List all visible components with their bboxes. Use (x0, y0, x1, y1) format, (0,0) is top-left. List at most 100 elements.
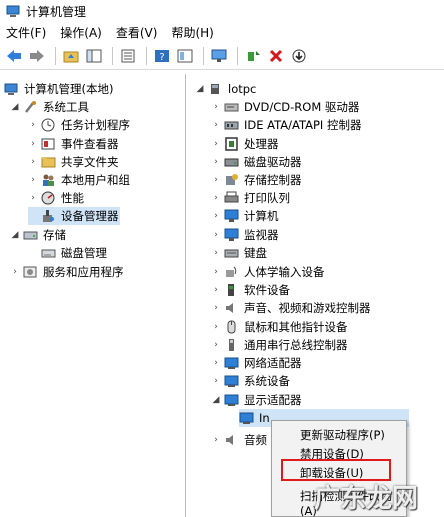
tree-label: 任务计划程序 (61, 118, 130, 132)
chevron-right-icon[interactable]: › (28, 193, 38, 203)
forward-button[interactable] (27, 46, 47, 66)
tree-label: lotpc (228, 82, 257, 96)
chevron-right-icon[interactable]: › (28, 139, 38, 149)
tree-item-disk-management[interactable]: 磁盘管理 (28, 244, 107, 262)
chevron-right-icon[interactable]: › (211, 376, 221, 386)
device-category-network[interactable]: › 网络适配器 (211, 354, 301, 372)
device-manager-icon (43, 210, 54, 222)
menu-help[interactable]: 帮助(H) (171, 24, 213, 41)
chevron-right-icon[interactable]: › (211, 120, 221, 130)
disk-drive-icon (224, 158, 239, 167)
tree-item-storage[interactable]: ◢ 存储 (10, 226, 66, 244)
toolbar-separator (146, 46, 147, 65)
scan-hardware-button[interactable] (289, 46, 309, 66)
toolbar-separator (55, 46, 56, 65)
device-tree-root[interactable]: ◢ lotpc (195, 80, 257, 98)
tree-item-device-manager[interactable]: 设备管理器 (28, 207, 120, 225)
help-button[interactable]: ? (152, 46, 172, 66)
device-category-usb[interactable]: › 通用串行总线控制器 (211, 336, 347, 354)
tree-label: 监视器 (244, 228, 279, 242)
software-device-icon (228, 284, 234, 296)
device-category-processor[interactable]: › 处理器 (211, 135, 278, 153)
device-category-disk[interactable]: › 磁盘驱动器 (211, 153, 301, 171)
console-tree-icon (86, 49, 102, 62)
device-category-system[interactable]: › 系统设备 (211, 372, 290, 390)
tree-item-shared-folders[interactable]: › 共享文件夹 (28, 153, 118, 171)
chevron-down-icon[interactable]: ◢ (195, 84, 205, 94)
monitor-icon (224, 228, 239, 241)
tree-item-event-viewer[interactable]: › 事件查看器 (28, 135, 118, 153)
tree-label: 键盘 (244, 246, 267, 260)
chevron-right-icon[interactable]: › (211, 157, 221, 167)
chevron-right-icon[interactable]: › (211, 435, 221, 445)
processor-icon (225, 137, 238, 151)
tree-item-services[interactable]: › 服务和应用程序 (10, 263, 123, 281)
chevron-down-icon[interactable]: ◢ (211, 395, 221, 405)
chevron-right-icon[interactable]: › (211, 211, 221, 221)
list-icon (121, 49, 135, 62)
tree-item-local-users[interactable]: › 本地用户和组 (28, 171, 130, 189)
tree-label: 本地用户和组 (61, 173, 130, 187)
uninstall-button[interactable] (266, 46, 286, 66)
chevron-down-icon[interactable]: ◢ (10, 102, 20, 112)
chevron-right-icon[interactable]: › (211, 175, 221, 185)
tree-item-system-tools[interactable]: ◢ 系统工具 (10, 98, 89, 116)
tree-item-root[interactable]: 计算机管理(本地) (4, 80, 113, 98)
menu-view[interactable]: 查看(V) (116, 24, 158, 41)
folder-up-icon (63, 51, 79, 62)
chevron-right-icon[interactable]: › (211, 230, 221, 240)
chevron-right-icon[interactable]: › (211, 358, 221, 368)
device-category-monitor[interactable]: › 监视器 (211, 226, 279, 244)
tree-label: 设备管理器 (61, 209, 119, 223)
chevron-right-icon[interactable]: › (211, 139, 221, 149)
device-category-mouse[interactable]: › 鼠标和其他指针设备 (211, 318, 347, 336)
clock-icon (41, 118, 55, 132)
properties-button[interactable] (175, 46, 195, 66)
device-category-hid[interactable]: › 人体学输入设备 (211, 263, 324, 281)
window-title: 计算机管理 (26, 4, 87, 19)
device-category-audio[interactable]: › 音频 (211, 431, 267, 449)
device-category-ide[interactable]: › IDE ATA/ATAPI 控制器 (211, 116, 361, 134)
device-category-display[interactable]: ◢ 显示适配器 (211, 391, 302, 409)
tree-label: 磁盘管理 (61, 246, 107, 260)
storage-controller-icon (226, 174, 238, 185)
chevron-right-icon[interactable]: › (10, 267, 20, 277)
tree-label: In (259, 411, 270, 425)
computer-management-icon (4, 83, 18, 95)
tree-item-performance[interactable]: › 性能 (28, 189, 84, 207)
chevron-right-icon[interactable]: › (28, 175, 38, 185)
help-icon: ? (155, 49, 169, 63)
display-button[interactable] (209, 46, 229, 66)
tree-item-task-scheduler[interactable]: › 任务计划程序 (28, 116, 130, 134)
keyboard-icon (224, 249, 239, 258)
chevron-down-icon[interactable]: ◢ (10, 230, 20, 240)
chevron-right-icon[interactable]: › (28, 120, 38, 130)
chevron-right-icon[interactable]: › (211, 248, 221, 258)
device-category-software[interactable]: › 软件设备 (211, 281, 290, 299)
chevron-right-icon[interactable]: › (211, 267, 221, 277)
device-category-storage-controller[interactable]: › 存储控制器 (211, 171, 301, 189)
chevron-right-icon[interactable]: › (211, 285, 221, 295)
chevron-right-icon[interactable]: › (211, 193, 221, 203)
device-category-keyboard[interactable]: › 键盘 (211, 244, 267, 262)
device-category-computer[interactable]: › 计算机 (211, 207, 278, 225)
menu-file[interactable]: 文件(F) (6, 24, 46, 41)
device-category-sound[interactable]: › 声音、视频和游戏控制器 (211, 299, 370, 317)
menu-bar: 文件(F) 操作(A) 查看(V) 帮助(H) (0, 22, 444, 42)
console-tree-pane[interactable]: 计算机管理(本地) ◢ 系统工具 › 任务计划程序 › 事件查看器 › 共享文件… (0, 74, 186, 517)
chevron-right-icon[interactable]: › (28, 157, 38, 167)
device-category-print-queue[interactable]: › 打印队列 (211, 189, 290, 207)
up-folder-button[interactable] (61, 46, 81, 66)
chevron-right-icon[interactable]: › (211, 322, 221, 332)
update-driver-button[interactable] (243, 46, 263, 66)
chevron-right-icon[interactable]: › (211, 340, 221, 350)
export-list-button[interactable] (118, 46, 138, 66)
chevron-right-icon[interactable]: › (211, 303, 221, 313)
speaker-icon (226, 435, 233, 445)
menu-action[interactable]: 操作(A) (60, 24, 102, 41)
show-hide-tree-button[interactable] (84, 46, 104, 66)
back-button[interactable] (4, 46, 24, 66)
device-category-dvd[interactable]: › DVD/CD-ROM 驱动器 (211, 98, 359, 116)
menu-item-update-driver[interactable]: 更新驱动程序(P) (272, 424, 406, 445)
chevron-right-icon[interactable]: › (211, 102, 221, 112)
